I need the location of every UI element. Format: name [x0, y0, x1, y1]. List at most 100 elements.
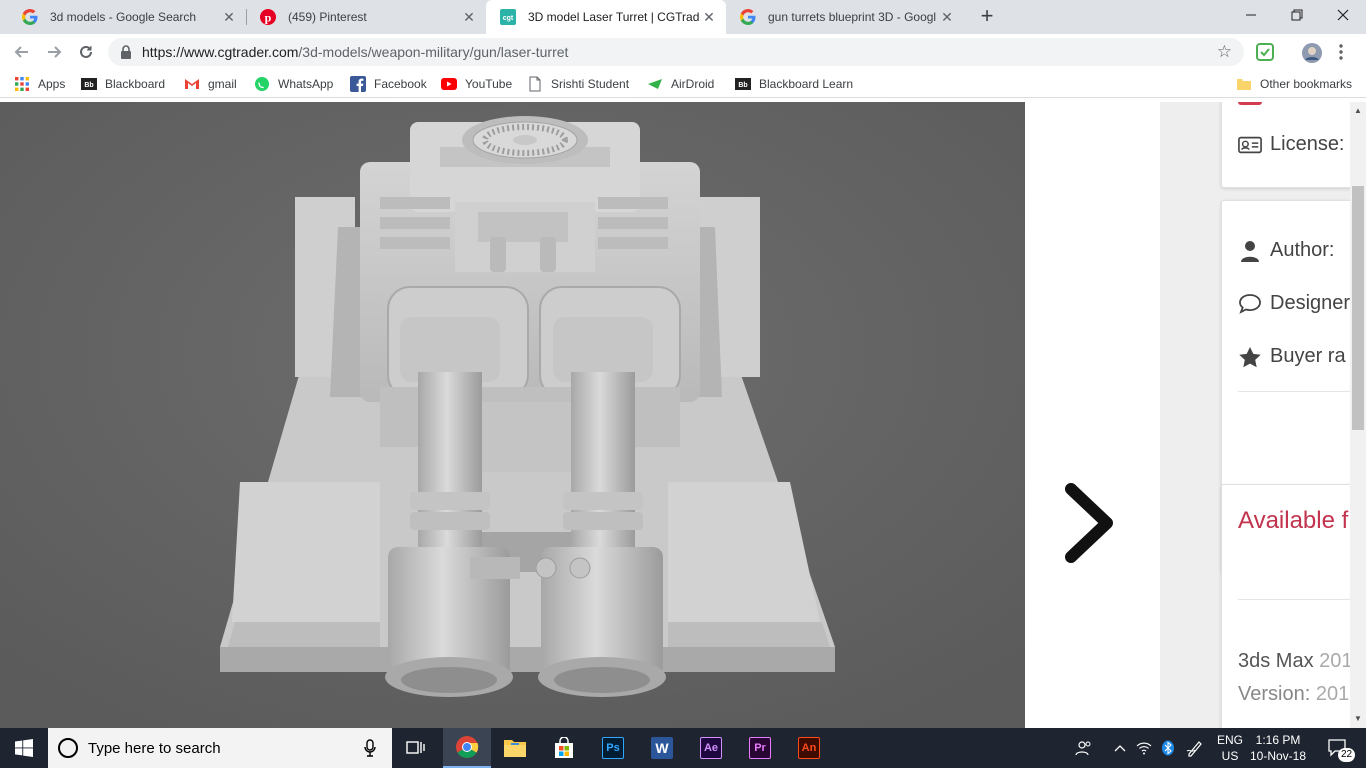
blackboard-icon: Bb — [81, 76, 97, 92]
license-row[interactable]: License: — [1238, 133, 1345, 156]
bookmark-label: WhatsApp — [278, 77, 334, 91]
back-arrow-icon — [14, 46, 28, 58]
minimize-button[interactable] — [1228, 0, 1274, 30]
taskbar-after-effects[interactable]: Ae — [687, 728, 735, 768]
close-tab-icon[interactable]: ✕ — [220, 9, 238, 26]
bookmark-star-icon[interactable]: ☆ — [1217, 42, 1232, 62]
show-hidden-icons-button[interactable] — [1110, 728, 1130, 768]
tab-title: 3D model Laser Turret | CGTrader — [528, 10, 700, 24]
software-year: 201 — [1319, 650, 1353, 672]
chrome-menu-icon[interactable] — [1334, 43, 1348, 61]
taskbar-word[interactable]: W — [638, 728, 686, 768]
system-clock[interactable]: 1:16 PM 10-Nov-18 — [1246, 732, 1310, 764]
clock-date: 10-Nov-18 — [1249, 749, 1307, 763]
designer-row[interactable]: Designer — [1238, 292, 1350, 315]
bookmark-label: Blackboard Learn — [759, 77, 854, 91]
author-row[interactable]: Author: — [1238, 239, 1334, 262]
profile-avatar[interactable] — [1302, 43, 1322, 63]
laser-turret-render — [0, 102, 1025, 728]
extension-icon[interactable] — [1256, 43, 1274, 61]
clock-time: 1:16 PM — [1255, 733, 1301, 747]
bookmark-label: AirDroid — [671, 77, 715, 91]
format-software-line[interactable]: 3ds Max 201 — [1238, 650, 1353, 673]
close-tab-icon[interactable]: ✕ — [938, 9, 956, 26]
scroll-down-icon[interactable]: ▼ — [1354, 714, 1362, 723]
model-preview-image[interactable] — [0, 102, 1025, 728]
tab-pinterest[interactable]: p (459) Pinterest ✕ — [246, 0, 486, 34]
bookmark-apps[interactable]: Apps — [14, 76, 65, 92]
bookmark-youtube[interactable]: YouTube — [441, 76, 512, 92]
scrollbar-thumb[interactable] — [1352, 186, 1364, 430]
whatsapp-icon — [254, 76, 270, 92]
taskbar-animate[interactable]: An — [785, 728, 833, 768]
pen-workspace-icon[interactable] — [1184, 728, 1206, 768]
license-card: License: — [1221, 102, 1361, 188]
lock-icon — [121, 45, 131, 59]
divider — [1238, 599, 1360, 600]
forward-button[interactable] — [42, 40, 66, 64]
bookmark-whatsapp[interactable]: WhatsApp — [254, 76, 333, 92]
back-button[interactable] — [10, 40, 34, 64]
restore-button[interactable] — [1274, 0, 1320, 30]
bookmark-gmail[interactable]: gmail — [184, 76, 237, 92]
forward-arrow-icon — [48, 46, 62, 58]
url-path: /3d-models/weapon-military/gun/laser-tur… — [298, 44, 569, 60]
bookmark-blackboard[interactable]: Bb Blackboard — [81, 76, 165, 92]
bookmark-srishti-student[interactable]: Srishti Student — [527, 76, 629, 92]
taskbar-premiere[interactable]: Pr — [736, 728, 784, 768]
bookmark-facebook[interactable]: Facebook — [350, 76, 427, 92]
task-view-button[interactable] — [392, 728, 440, 768]
windows-taskbar: Type here to search Ps W Ae Pr An ENG US… — [0, 728, 1366, 768]
taskbar-chrome[interactable] — [443, 728, 491, 768]
other-bookmarks[interactable]: Other bookmarks — [1236, 76, 1352, 92]
format-version-line: Version: 201 — [1238, 683, 1349, 706]
action-center-button[interactable]: 22 — [1318, 728, 1358, 768]
apps-grid-icon — [14, 76, 30, 92]
user-icon — [1238, 240, 1262, 262]
tab-google-search[interactable]: 3d models - Google Search ✕ — [8, 0, 246, 34]
cgtrader-icon: cgt — [500, 9, 516, 25]
close-tab-icon[interactable]: ✕ — [460, 9, 478, 26]
search-placeholder: Type here to search — [88, 740, 221, 757]
input-language[interactable]: ENG US — [1214, 732, 1246, 764]
page-content: License: Author: Designer Buyer ra Avail… — [0, 102, 1366, 728]
divider — [1238, 391, 1360, 392]
facebook-icon — [350, 76, 366, 92]
restore-icon — [1291, 9, 1303, 21]
taskbar-store[interactable] — [540, 728, 588, 768]
google-icon — [22, 9, 38, 25]
taskbar-file-explorer[interactable] — [491, 728, 539, 768]
close-window-button[interactable] — [1320, 0, 1366, 30]
new-tab-button[interactable]: + — [976, 5, 998, 29]
airdroid-icon — [647, 76, 663, 92]
premiere-icon: Pr — [749, 737, 771, 759]
start-button[interactable] — [0, 728, 48, 768]
taskbar-search[interactable]: Type here to search — [48, 728, 392, 768]
bookmark-label: Facebook — [374, 77, 427, 91]
bookmark-blackboard-learn[interactable]: Bb Blackboard Learn — [735, 76, 853, 92]
scroll-up-icon[interactable]: ▲ — [1354, 106, 1362, 115]
svg-text:Bb: Bb — [738, 82, 747, 89]
buyer-rating-row[interactable]: Buyer ra — [1238, 345, 1346, 368]
chevron-up-icon — [1114, 745, 1126, 752]
microphone-icon[interactable] — [364, 739, 376, 757]
next-image-button[interactable] — [1063, 483, 1115, 566]
close-tab-icon[interactable]: ✕ — [700, 9, 718, 26]
bluetooth-icon[interactable] — [1158, 728, 1178, 768]
author-label: Author: — [1270, 239, 1335, 261]
language-code: ENG — [1216, 733, 1243, 747]
bookmark-airdroid[interactable]: AirDroid — [647, 76, 714, 92]
tab-gun-turrets-search[interactable]: gun turrets blueprint 3D - Googl ✕ — [726, 0, 964, 34]
people-icon[interactable] — [1072, 728, 1096, 768]
notification-count-badge: 22 — [1338, 748, 1356, 762]
star-icon — [1238, 346, 1262, 368]
google-icon — [740, 9, 756, 25]
address-bar[interactable]: https://www.cgtrader.com/3d-models/weapo… — [108, 38, 1244, 66]
reload-button[interactable] — [74, 40, 98, 64]
gmail-icon — [184, 76, 200, 92]
taskbar-photoshop[interactable]: Ps — [589, 728, 637, 768]
bookmark-label: Apps — [38, 77, 66, 91]
page-scrollbar[interactable]: ▲ ▼ — [1350, 102, 1366, 728]
tab-cgtrader[interactable]: cgt 3D model Laser Turret | CGTrader ✕ — [486, 0, 726, 34]
wifi-icon[interactable] — [1134, 728, 1154, 768]
